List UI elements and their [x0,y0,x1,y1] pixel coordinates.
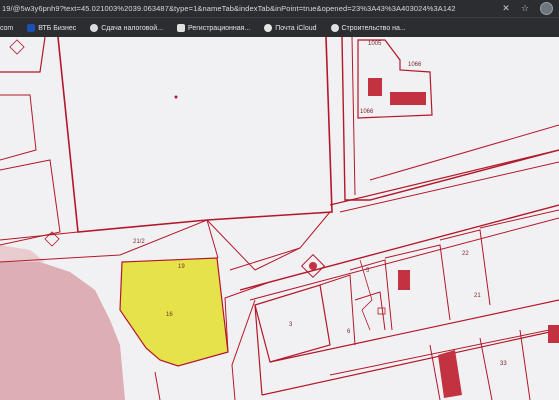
tax-icon [90,24,99,32]
bookmark-construction[interactable]: Строительство на... [330,24,406,32]
bookmark-label: com [0,24,14,32]
doc-icon [176,24,185,32]
parcel-label: 5 [366,268,370,274]
building-footprints [368,78,559,398]
parcel-label: 21/2 [133,239,145,245]
browser-chrome: 19/@5w3y6pnh9?text=45.021003%2039.063487… [0,0,559,37]
bookmark-label: Строительство на... [341,24,406,32]
parcel-label: 21 [474,293,481,299]
extension-icon[interactable]: ✕ [500,3,512,15]
parcel-label: 1066 [360,109,374,115]
bookmark-com[interactable]: com [0,25,13,32]
map-marker-diamond [9,39,25,55]
bookmark-label: Сдача налоговой... [101,24,163,32]
parcel-label: 19 [178,264,185,270]
url-text[interactable]: 19/@5w3y6pnh9?text=45.021003%2039.063487… [0,4,456,13]
bookmark-registration[interactable]: Регистрационная... [176,24,251,32]
map-marker[interactable] [300,253,326,279]
cadastral-map[interactable]: 1005 1066 1066 21/2 19 16 22 5 21 3 6 33 [0,37,559,400]
zone-area [0,262,125,400]
address-bar[interactable]: 19/@5w3y6pnh9?text=45.021003%2039.063487… [0,0,559,17]
parcel-label: 16 [166,312,173,318]
selected-parcel[interactable] [119,257,229,367]
cloud-icon [264,24,273,32]
profile-avatar[interactable] [540,2,553,15]
parcel-label: 3 [289,322,293,328]
bookmark-label: Регистрационная... [187,24,251,32]
bookmark-label: Почта iCloud [275,24,317,32]
bookmark-vtb[interactable]: ВТБ Бизнес [27,24,76,32]
parcel-label: 33 [500,361,507,367]
parcel-label: 1066 [408,62,422,68]
vtb-icon [27,24,36,32]
parcel-label: 22 [462,251,469,257]
map-point [174,95,178,99]
bookmarks-bar: com ВТБ Бизнес Сдача налоговой... Регист… [0,17,559,38]
bookmark-label: ВТБ Бизнес [38,24,77,32]
star-icon[interactable]: ☆ [519,3,531,15]
bookmark-tax[interactable]: Сдача налоговой... [90,24,163,32]
bookmark-icloud-mail[interactable]: Почта iCloud [264,24,317,32]
parcel-label: 6 [347,329,351,335]
globe-icon [330,24,339,32]
parcel-label: 1005 [368,41,382,47]
